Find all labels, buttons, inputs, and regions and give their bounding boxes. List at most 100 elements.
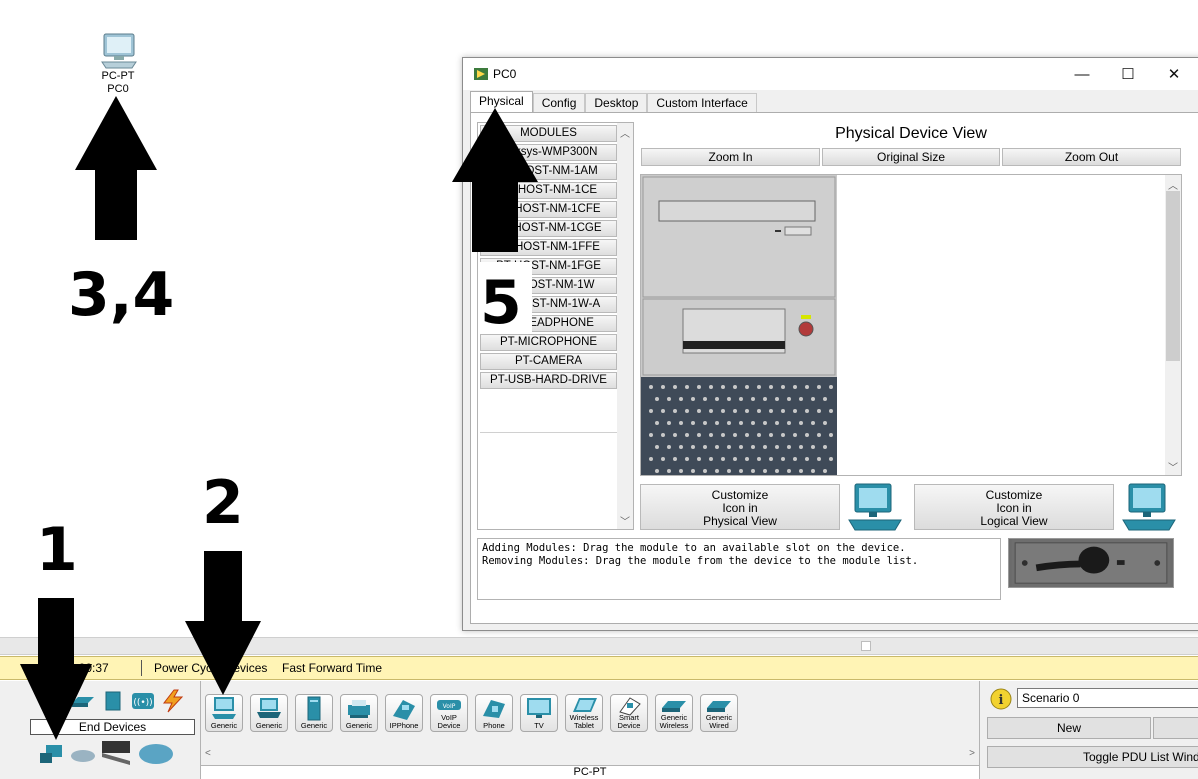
scroll-up-icon[interactable]: ︿ xyxy=(1165,177,1181,192)
device-voip-device[interactable]: VoIP VoIP Device xyxy=(430,694,468,732)
module-list-scrollbar[interactable]: ︿ ﹀ xyxy=(617,123,633,529)
up-arrow-icon xyxy=(452,108,538,252)
scroll-down-icon[interactable]: ﹀ xyxy=(617,513,633,528)
device-label: VoIP Device xyxy=(437,713,461,730)
original-size-button[interactable]: Original Size xyxy=(822,148,1000,166)
device-generic-wireless[interactable]: Generic Wireless xyxy=(655,694,693,732)
dialog-titlebar: PC0 — ☐ ✕ xyxy=(463,58,1198,90)
pc-icon xyxy=(101,33,137,69)
down-arrow-icon xyxy=(20,598,92,740)
device-label: IPPhone xyxy=(389,721,419,730)
tab-config[interactable]: Config xyxy=(532,93,586,113)
customize-logical-line-3: Logical View xyxy=(980,514,1048,528)
tab-desktop[interactable]: Desktop xyxy=(585,93,648,113)
cloud-subcategory-icon[interactable] xyxy=(70,747,96,763)
zoom-in-button[interactable]: Zoom In xyxy=(641,148,820,166)
annotation-step-5: 5 xyxy=(480,268,522,338)
device-label: Generic xyxy=(255,721,283,730)
annotation-step-3-4: 3,4 xyxy=(68,260,175,330)
device-wireless-tablet[interactable]: Wireless Tablet xyxy=(565,694,603,732)
device-label: Generic xyxy=(210,721,238,730)
customize-logical-icon-button[interactable]: Customize Icon in Logical View xyxy=(914,484,1114,530)
physical-tab-content: MODULES Linksys-WMP300N PT-HOST-NM-1AM P… xyxy=(470,112,1198,624)
device-selection-area: ((•)) End Devices Generic Generic Generi… xyxy=(0,681,1198,779)
network-subcategory-icon[interactable] xyxy=(138,743,174,765)
timebar-divider xyxy=(141,660,142,676)
new-scenario-button[interactable]: New xyxy=(987,717,1151,739)
laptop-icon xyxy=(257,698,281,718)
toggle-pdu-list-button[interactable]: Toggle PDU List Window xyxy=(987,746,1198,768)
splitter-handle[interactable] xyxy=(861,641,871,651)
customize-physical-line-3: Physical View xyxy=(703,514,777,528)
server-icon xyxy=(307,696,321,721)
workspace-device-type: PC-PT xyxy=(101,70,135,82)
device-label: Generic xyxy=(345,721,373,730)
device-generic-printer[interactable]: Generic xyxy=(340,694,378,732)
scroll-down-icon[interactable]: ﹀ xyxy=(1165,459,1181,474)
server-category-icon[interactable] xyxy=(104,691,122,711)
tab-custom-interface[interactable]: Custom Interface xyxy=(647,93,757,113)
view-scrollbar[interactable]: ︿ ﹀ xyxy=(1165,175,1181,475)
device-label: TV xyxy=(534,721,544,730)
annotation-step-2: 2 xyxy=(202,468,244,538)
module-item[interactable]: PT-USB-HARD-DRIVE xyxy=(480,372,617,389)
workspace-splitter[interactable] xyxy=(0,637,1198,655)
selected-device-name: PC-PT xyxy=(201,765,979,779)
packet-tracer-icon xyxy=(474,68,488,80)
module-help-text: Adding Modules: Drag the module to an av… xyxy=(477,538,1001,600)
device-label: Generic xyxy=(300,721,328,730)
device-label: Phone xyxy=(483,721,505,730)
fast-forward-time-button[interactable]: Fast Forward Time xyxy=(282,657,382,679)
dialog-title: PC0 xyxy=(493,67,517,81)
device-tv[interactable]: TV xyxy=(520,694,558,732)
zoom-out-button[interactable]: Zoom Out xyxy=(1002,148,1181,166)
maximize-button[interactable]: ☐ xyxy=(1105,58,1151,90)
scenario-select[interactable]: Scenario 0 xyxy=(1017,688,1198,708)
help-line-remove: Removing Modules: Drag the module from t… xyxy=(482,555,919,567)
close-button[interactable]: ✕ xyxy=(1151,58,1197,90)
up-arrow-icon xyxy=(75,96,157,240)
printer-icon xyxy=(348,700,370,718)
scroll-right-icon[interactable]: > xyxy=(969,748,975,759)
svg-text:((•)): ((•)) xyxy=(133,698,152,708)
workspace-pc0[interactable]: PC-PT PC0 xyxy=(88,30,148,96)
down-arrow-icon xyxy=(185,551,261,695)
info-icon[interactable]: i xyxy=(990,688,1012,710)
physical-device-view: ︿ ﹀ xyxy=(640,174,1182,476)
annotation-step-1: 1 xyxy=(36,515,78,585)
workspace-device-name: PC0 xyxy=(107,83,129,95)
multiuser-subcategory-icon[interactable] xyxy=(100,739,132,767)
device-label: Wireless Tablet xyxy=(569,713,599,730)
device-generic-server[interactable]: Generic xyxy=(295,694,333,732)
device-generic-laptop[interactable]: Generic xyxy=(250,694,288,732)
pc-tower-image[interactable] xyxy=(641,175,837,476)
svg-text:VoIP: VoIP xyxy=(443,703,456,710)
scroll-left-icon[interactable]: < xyxy=(205,748,211,759)
delete-scenario-button[interactable] xyxy=(1153,717,1198,739)
logical-view-pc-icon xyxy=(1122,483,1176,531)
device-dialog: PC0 — ☐ ✕ Physical Config Desktop Custom… xyxy=(462,57,1198,631)
phone-icon xyxy=(483,700,505,718)
device-ip-phone[interactable]: IPPhone xyxy=(385,694,423,732)
end-devices-subcategory-icon[interactable] xyxy=(38,743,64,767)
device-generic-pc[interactable]: Generic xyxy=(205,694,243,732)
device-list-panel: Generic Generic Generic Generic IPPhone … xyxy=(200,681,980,779)
device-phone[interactable]: Phone xyxy=(475,694,513,732)
device-label: Generic Wired xyxy=(705,713,733,730)
connections-category-icon[interactable] xyxy=(160,689,186,713)
ip-phone-icon xyxy=(393,700,415,720)
help-line-add: Adding Modules: Drag the module to an av… xyxy=(482,542,906,554)
realtime-bar: 00:00:37 Power Cycle Devices Fast Forwar… xyxy=(0,656,1198,680)
device-label: Generic Wireless xyxy=(659,713,689,730)
module-item[interactable]: PT-CAMERA xyxy=(480,353,617,370)
scenario-panel: i Scenario 0 New Toggle PDU List Window xyxy=(982,681,1198,779)
device-generic-wired[interactable]: Generic Wired xyxy=(700,694,738,732)
wireless-category-icon[interactable]: ((•)) xyxy=(130,691,156,711)
customize-physical-icon-button[interactable]: Customize Icon in Physical View xyxy=(640,484,840,530)
scroll-up-icon[interactable]: ︿ xyxy=(617,125,633,140)
device-list-scrollbar[interactable]: < > xyxy=(201,747,979,763)
minimize-button[interactable]: — xyxy=(1059,58,1105,90)
device-smart-device[interactable]: Smart Device xyxy=(610,694,648,732)
pc-icon xyxy=(212,697,236,719)
module-preview-image xyxy=(1008,538,1174,588)
